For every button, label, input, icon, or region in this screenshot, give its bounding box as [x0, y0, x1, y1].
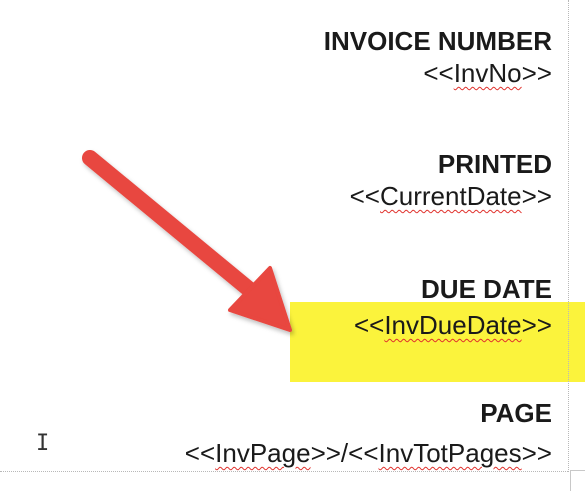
annotation-arrow-icon — [82, 150, 292, 332]
document-page[interactable]: INVOICE NUMBER <<InvNo>> PRINTED <<Curre… — [0, 0, 585, 491]
text-cursor-icon: I — [36, 431, 50, 456]
